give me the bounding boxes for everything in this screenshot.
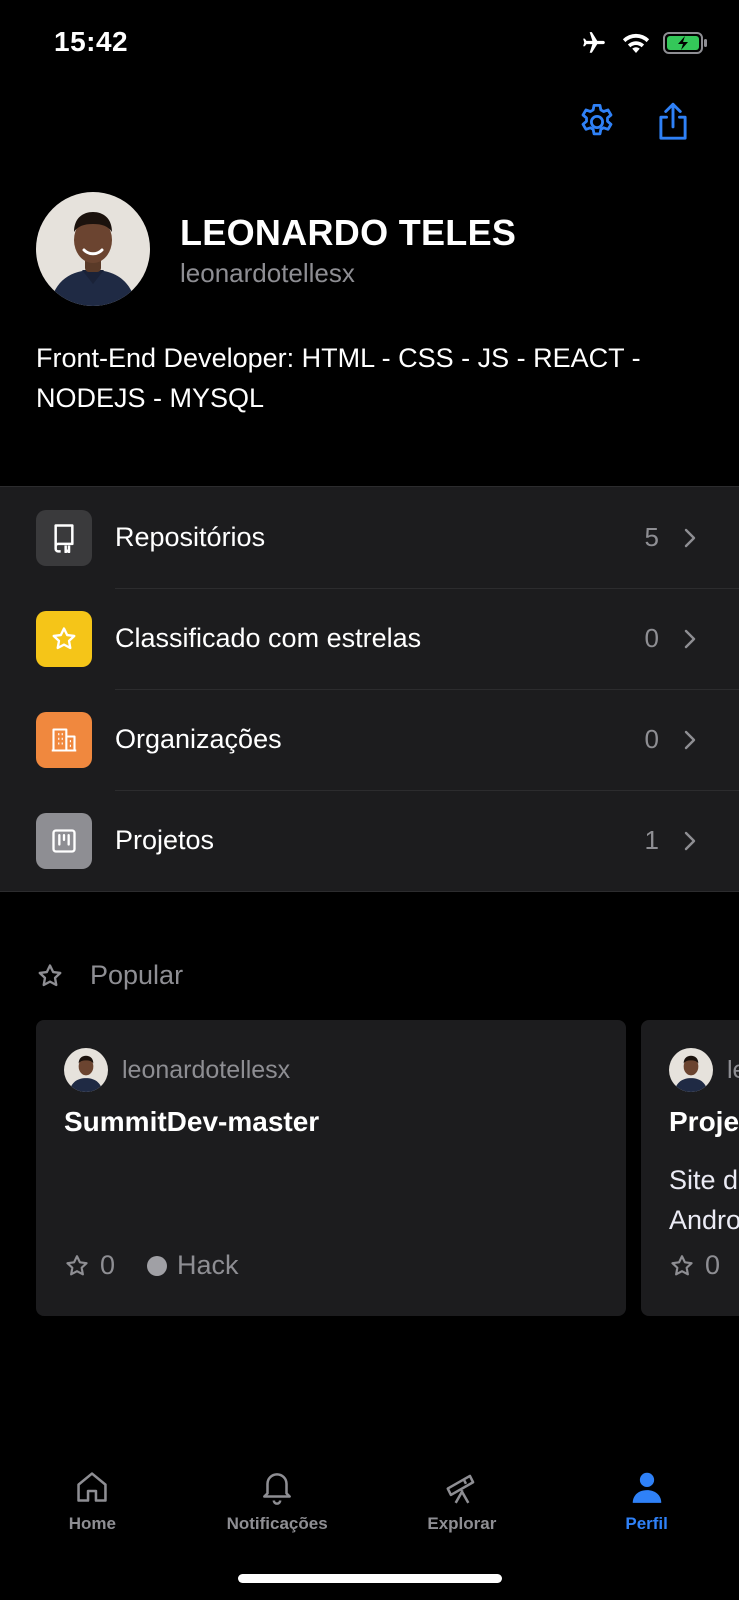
popular-title: Popular xyxy=(90,960,184,990)
repo-title: SummitDev-master xyxy=(64,1106,320,1137)
popular-header: Popular xyxy=(36,960,183,991)
menu-item-label: Classificado com estrelas xyxy=(115,623,422,653)
repo-owner-name: leonardotellesx xyxy=(727,1055,739,1084)
repo-icon xyxy=(36,509,92,566)
profile-menu-list: Repositórios 5 Classificado com estrelas… xyxy=(0,486,739,892)
language-color-dot xyxy=(147,1255,168,1276)
profile-login: leonardotellesx xyxy=(180,258,355,288)
status-icons xyxy=(579,30,709,56)
chevron-right-icon xyxy=(684,528,696,547)
telescope-icon xyxy=(446,1474,475,1504)
repo-title: Projeto xyxy=(669,1106,739,1137)
status-bar: 15:42 xyxy=(0,0,739,90)
wifi-icon xyxy=(622,33,650,53)
menu-item-count: 0 xyxy=(644,623,659,653)
popular-carousel[interactable]: leonardotellesx SummitDev-master 0 Hack … xyxy=(36,1020,739,1316)
tab-label: Notificações xyxy=(226,1514,328,1533)
profile-name: LEONARDO TELES xyxy=(180,212,517,253)
share-button[interactable] xyxy=(651,100,695,144)
repo-card-owner: leonardotellesx xyxy=(64,1048,290,1092)
avatar[interactable] xyxy=(36,192,150,306)
tab-home[interactable]: Home xyxy=(0,1448,185,1600)
avatar xyxy=(669,1048,713,1092)
menu-item-organizations[interactable]: Organizações 0 xyxy=(0,689,739,790)
profile-actions xyxy=(575,100,695,144)
battery-charging-icon xyxy=(663,32,707,54)
menu-item-starred[interactable]: Classificado com estrelas 0 xyxy=(0,588,739,689)
gear-icon xyxy=(581,103,613,136)
status-time: 15:42 xyxy=(54,26,129,57)
organization-icon xyxy=(36,711,92,768)
star-outline-icon xyxy=(38,963,62,986)
menu-item-projects[interactable]: Projetos 1 xyxy=(0,790,739,891)
menu-item-label: Organizações xyxy=(115,724,282,754)
menu-item-repositories[interactable]: Repositórios 5 xyxy=(0,487,739,588)
chevron-right-icon xyxy=(684,629,696,648)
person-icon xyxy=(632,1472,661,1503)
chevron-right-icon xyxy=(684,730,696,749)
repo-card[interactable]: leonardotellesx Projeto Site de Android … xyxy=(641,1020,739,1316)
settings-button[interactable] xyxy=(575,100,619,144)
tab-label: Home xyxy=(68,1514,116,1533)
menu-item-count: 5 xyxy=(644,522,659,552)
menu-item-label: Repositórios xyxy=(115,522,266,552)
chevron-right-icon xyxy=(684,831,696,850)
bell-icon xyxy=(263,1473,292,1505)
tab-profile[interactable]: Perfil xyxy=(554,1448,739,1600)
profile-bio: Front-End Developer: HTML - CSS - JS - R… xyxy=(36,343,641,413)
star-outline-icon xyxy=(66,1254,88,1275)
tab-label: Explorar xyxy=(427,1514,497,1533)
repo-stars: 0 xyxy=(100,1250,116,1280)
star-icon xyxy=(36,610,92,667)
repo-card[interactable]: leonardotellesx SummitDev-master 0 Hack xyxy=(36,1020,626,1316)
repo-owner-name: leonardotellesx xyxy=(122,1055,291,1084)
home-indicator xyxy=(238,1574,502,1583)
home-icon xyxy=(77,1472,108,1502)
repo-meta: 0 xyxy=(669,1250,720,1281)
tab-label: Perfil xyxy=(625,1514,668,1533)
menu-item-count: 0 xyxy=(644,724,659,754)
repo-stars: 0 xyxy=(705,1250,721,1280)
repo-language: Hack xyxy=(177,1250,239,1280)
repo-meta: 0 Hack xyxy=(64,1250,239,1281)
repo-description: Site de Android xyxy=(669,1165,739,1235)
project-icon xyxy=(36,812,92,869)
star-outline-icon xyxy=(671,1254,693,1275)
airplane-icon xyxy=(583,32,605,53)
avatar xyxy=(64,1048,108,1092)
share-icon xyxy=(659,102,687,140)
menu-item-count: 1 xyxy=(644,825,659,855)
repo-card-owner: leonardotellesx xyxy=(669,1048,739,1092)
menu-item-label: Projetos xyxy=(115,825,215,855)
